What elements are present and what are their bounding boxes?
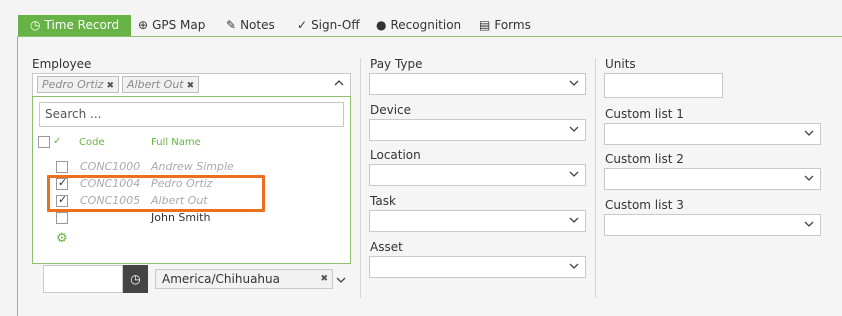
- column-header-code: Code: [79, 137, 105, 148]
- custom-list-1-select[interactable]: [604, 123, 821, 145]
- units-input[interactable]: [604, 73, 723, 98]
- device-label: Device: [370, 103, 412, 117]
- form-icon: ▤: [479, 18, 491, 32]
- notes-icon: ✎: [226, 18, 237, 32]
- custom-list-2-select[interactable]: [604, 168, 821, 190]
- chevron-down-icon: [569, 78, 579, 88]
- tab-recognition[interactable]: ● Recognition: [376, 15, 461, 36]
- search-input[interactable]: Search ...: [39, 102, 344, 127]
- header-check: ✓: [53, 136, 62, 147]
- custom-list-3-select[interactable]: [604, 214, 821, 236]
- employee-multiselect[interactable]: Pedro Ortiz ✖ Albert Out ✖: [32, 73, 351, 97]
- tab-bar: ◷ Time Record ⊕ GPS Map ✎ Notes ✓ Sign-Off ●…: [0, 15, 842, 37]
- chevron-down-icon: [569, 169, 579, 179]
- location-label: Location: [370, 148, 421, 162]
- check-icon: ✓: [297, 18, 308, 32]
- chevron-down-icon: [804, 173, 814, 183]
- units-label: Units: [605, 57, 636, 71]
- asset-select[interactable]: [369, 256, 586, 278]
- tab-label: Forms: [494, 18, 531, 32]
- location-select[interactable]: [369, 164, 586, 186]
- select-all-checkbox[interactable]: [38, 136, 50, 148]
- gear-icon[interactable]: ⚙: [56, 231, 68, 246]
- tab-sign-off[interactable]: ✓ Sign-Off: [297, 15, 360, 36]
- clear-icon[interactable]: ✖: [320, 270, 328, 288]
- time-input[interactable]: [43, 265, 123, 293]
- row-checkbox[interactable]: [56, 161, 68, 173]
- column-divider: [360, 58, 361, 298]
- remove-tag-icon[interactable]: ✖: [187, 81, 195, 91]
- custom-list-1-label: Custom list 1: [605, 107, 684, 121]
- task-label: Task: [370, 194, 396, 208]
- custom-list-2-label: Custom list 2: [605, 152, 684, 166]
- device-select[interactable]: [369, 119, 586, 141]
- chevron-down-icon: [569, 124, 579, 134]
- highlight-annotation: [47, 175, 265, 212]
- employee-label: Employee: [32, 57, 92, 71]
- tab-label: GPS Map: [152, 18, 206, 32]
- row-name: Andrew Simple: [151, 160, 234, 173]
- clock-icon: ◷: [30, 18, 41, 32]
- tab-gps-map[interactable]: ⊕ GPS Map: [138, 15, 205, 36]
- employee-tag: Albert Out ✖: [122, 76, 200, 93]
- chevron-down-icon: [804, 128, 814, 138]
- chevron-down-icon: [804, 219, 814, 229]
- timezone-select[interactable]: America/Chihuahua ✖: [155, 269, 333, 289]
- user-icon: ●: [376, 18, 387, 32]
- row-name: John Smith: [151, 211, 211, 224]
- column-divider: [595, 58, 596, 298]
- row-code: CONC1000: [80, 160, 141, 173]
- tab-label: Recognition: [390, 18, 462, 32]
- remove-tag-icon[interactable]: ✖: [106, 81, 114, 91]
- tab-label: Time Record: [44, 18, 120, 32]
- tab-forms[interactable]: ▤ Forms: [479, 15, 531, 36]
- tag-label: Pedro Ortiz: [42, 78, 104, 91]
- tab-time-record[interactable]: ◷ Time Record: [18, 15, 132, 36]
- tab-label: Notes: [240, 18, 275, 32]
- tab-label: Sign-Off: [311, 18, 360, 32]
- pay-type-label: Pay Type: [370, 57, 423, 71]
- tag-label: Albert Out: [127, 78, 184, 91]
- column-header-full-name: Full Name: [151, 137, 201, 148]
- pay-type-select[interactable]: [369, 73, 586, 95]
- employee-tag: Pedro Ortiz ✖: [37, 76, 120, 93]
- chevron-down-icon[interactable]: [336, 275, 346, 285]
- clock-button[interactable]: ◷: [123, 265, 148, 293]
- clock-icon: ◷: [130, 272, 141, 286]
- chevron-down-icon: [569, 261, 579, 271]
- chevron-down-icon: [569, 215, 579, 225]
- task-select[interactable]: [369, 210, 586, 232]
- globe-icon: ⊕: [138, 18, 149, 32]
- chevron-up-icon[interactable]: [334, 78, 344, 88]
- row-checkbox[interactable]: [56, 212, 68, 224]
- custom-list-3-label: Custom list 3: [605, 198, 684, 212]
- timezone-value: America/Chihuahua: [162, 272, 280, 286]
- tab-notes[interactable]: ✎ Notes: [226, 15, 275, 36]
- asset-label: Asset: [370, 240, 403, 254]
